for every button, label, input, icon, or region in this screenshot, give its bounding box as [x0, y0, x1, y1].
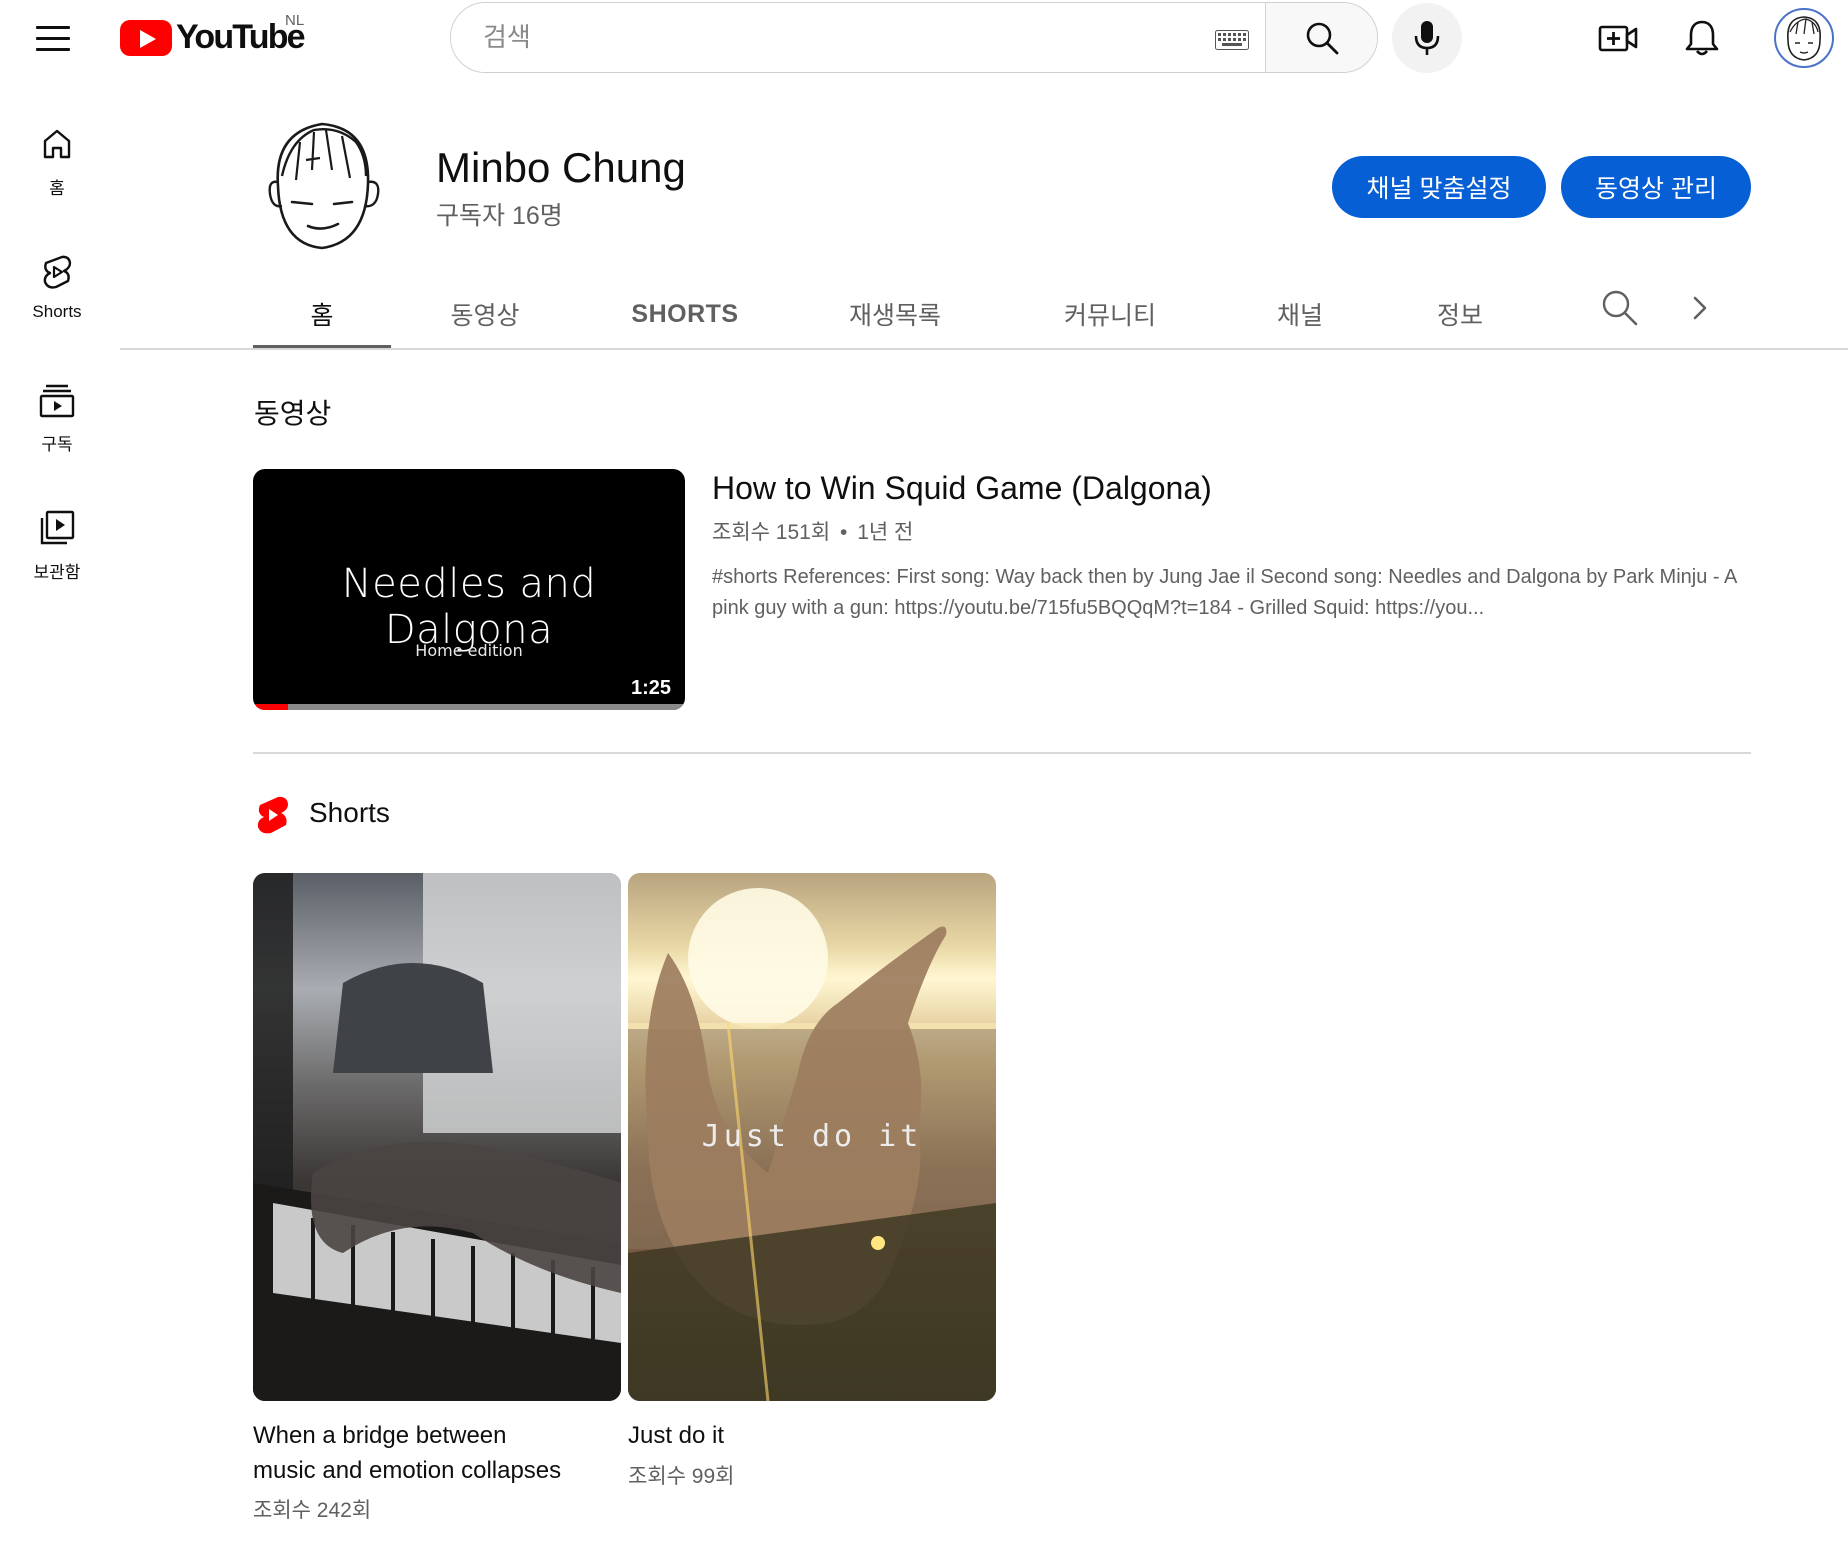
subscriptions-icon: [39, 384, 75, 418]
view-count: 조회수 151회: [712, 521, 831, 544]
chevron-right-icon[interactable]: [1690, 290, 1710, 326]
voice-search-button[interactable]: [1392, 3, 1462, 73]
piano-scene-image: [253, 873, 621, 1401]
customize-channel-button[interactable]: 채널 맞춤설정: [1332, 156, 1546, 218]
channel-tabs: 홈 동영상 SHORTS 재생목록 커뮤니티 채널 정보: [0, 280, 1848, 350]
channel-name: Minbo Chung: [436, 144, 686, 191]
video-metadata: 조회수 151회 • 1년 전: [712, 516, 913, 546]
sidebar-item-home[interactable]: 홈: [0, 124, 114, 199]
menu-icon[interactable]: [36, 20, 76, 56]
divider: [120, 348, 1848, 350]
short-thumbnail[interactable]: Just do it: [628, 873, 996, 1401]
short-title[interactable]: Just do it: [628, 1418, 724, 1453]
search-button[interactable]: [1265, 3, 1377, 72]
thumbnail-title: Needles and Dalgona: [341, 561, 597, 653]
search-icon: [1306, 22, 1338, 54]
tab-shorts[interactable]: SHORTS: [615, 280, 755, 348]
short-title-line: music and emotion collapses: [253, 1457, 562, 1484]
tab-home[interactable]: 홈: [253, 280, 391, 348]
tab-channels[interactable]: 채널: [1250, 280, 1350, 348]
channel-avatar[interactable]: [256, 112, 392, 254]
sidebar-item-label: 구독: [41, 435, 73, 454]
short-thumbnail[interactable]: [253, 873, 621, 1401]
watch-progress-bar: [253, 704, 685, 710]
face-drawing-icon: [1787, 16, 1821, 61]
bell-icon: [1685, 20, 1719, 56]
video-description: #shorts References: First song: Way back…: [712, 566, 1737, 619]
account-avatar[interactable]: [1774, 8, 1834, 68]
short-title-line: Just do it: [628, 1422, 725, 1449]
shorts-logo-icon: [257, 796, 288, 834]
upload-age: 1년 전: [857, 521, 914, 544]
keyboard-icon[interactable]: [1215, 30, 1249, 50]
watch-progress-fill: [253, 704, 288, 710]
manage-videos-button[interactable]: 동영상 관리: [1561, 156, 1751, 218]
videos-section-title: 동영상: [254, 398, 332, 429]
sidebar-item-library[interactable]: 보관함: [0, 508, 114, 583]
youtube-logo[interactable]: YouTube: [120, 18, 306, 57]
short-view-count: 조회수 242회: [253, 1499, 372, 1522]
sidebar-item-label: 보관함: [33, 563, 81, 582]
search-input[interactable]: [451, 3, 1266, 72]
short-overlay-text: Just do it: [701, 1119, 923, 1154]
tab-about[interactable]: 정보: [1410, 280, 1510, 348]
youtube-play-logo-icon: [120, 19, 172, 56]
top-bar: YouTube NL: [0, 0, 1848, 76]
search-box: [450, 2, 1378, 73]
subscriber-count: 구독자 16명: [436, 202, 563, 230]
short-title-line: When a bridge between: [253, 1422, 507, 1449]
library-icon: [40, 510, 75, 545]
tab-playlists[interactable]: 재생목록: [830, 280, 960, 348]
sidebar-item-subscriptions[interactable]: 구독: [0, 380, 114, 455]
microphone-icon: [1414, 21, 1440, 55]
thumbnail-subtitle: Home edition: [415, 641, 523, 660]
shorts-section-title: Shorts: [309, 797, 390, 828]
video-add-icon: [1598, 25, 1638, 52]
sidebar-item-label: 홈: [49, 179, 65, 198]
tab-community[interactable]: 커뮤니티: [1040, 280, 1180, 348]
notifications-button[interactable]: [1682, 16, 1722, 60]
featured-video-title[interactable]: How to Win Squid Game (Dalgona): [712, 470, 1212, 507]
channel-search-icon[interactable]: [1600, 288, 1640, 328]
video-duration: 1:25: [630, 677, 671, 699]
short-title[interactable]: When a bridge between music and emotion …: [253, 1418, 561, 1488]
short-view-count: 조회수 99회: [628, 1465, 735, 1488]
create-video-button[interactable]: [1598, 18, 1638, 58]
home-icon: [43, 129, 71, 159]
tab-videos[interactable]: 동영상: [430, 280, 540, 348]
divider: [253, 752, 1751, 754]
country-code: NL: [285, 12, 305, 29]
meta-separator: •: [840, 521, 848, 544]
featured-video-thumbnail[interactable]: Needles and Dalgona Home edition 1:25: [253, 469, 685, 710]
